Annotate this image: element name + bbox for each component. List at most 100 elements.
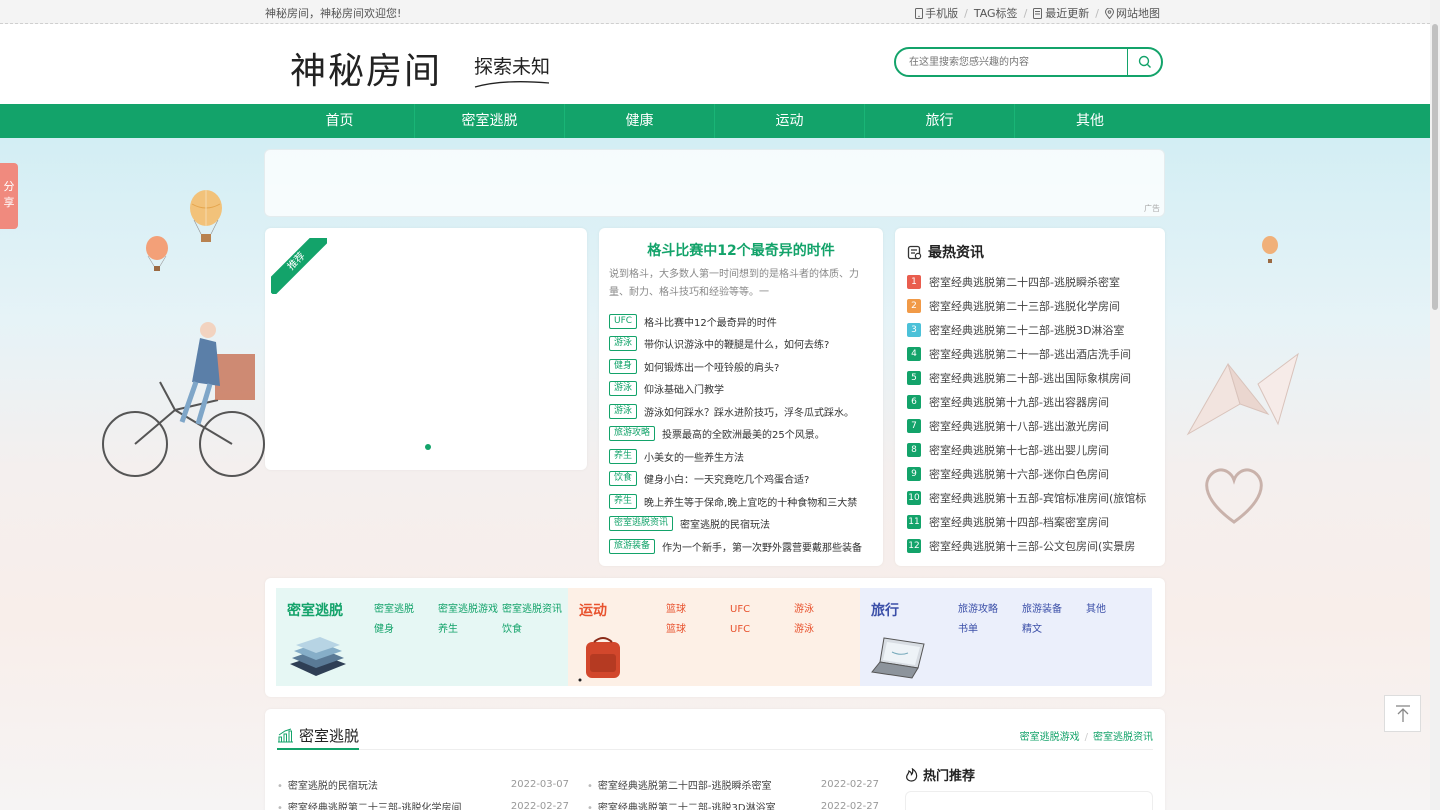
- hot-news-item[interactable]: 7 密室经典逃脱第十八部-逃出激光房间: [907, 414, 1153, 438]
- category-tag[interactable]: 养生: [609, 493, 638, 509]
- section-link-news[interactable]: 密室逃脱资讯: [1093, 732, 1153, 743]
- list-item-title[interactable]: 小美女的一些养生方法: [644, 449, 744, 464]
- list-item[interactable]: 密室逃脱资讯 密室逃脱的民宿玩法: [609, 513, 873, 536]
- featured-slider[interactable]: 推荐: [265, 228, 587, 470]
- article-title[interactable]: 密室经典逃脱第二十三部-逃脱化学房间: [277, 799, 462, 810]
- category-tag[interactable]: 游泳: [609, 381, 638, 397]
- category-link[interactable]: 养生: [428, 620, 492, 640]
- list-item-title[interactable]: 投票最高的全欧洲最美的25个风景。: [662, 426, 825, 441]
- list-item[interactable]: 旅游攻略 投票最高的全欧洲最美的25个风景。: [609, 423, 873, 446]
- list-item[interactable]: 饮食 健身小白：一天究竟吃几个鸡蛋合适?: [609, 468, 873, 491]
- recent-updates-link[interactable]: 最近更新: [1033, 5, 1089, 21]
- mobile-link[interactable]: 手机版: [915, 5, 958, 21]
- category-link[interactable]: UFC: [720, 620, 784, 640]
- list-item-title[interactable]: 仰泳基础入门教学: [644, 381, 724, 396]
- category-name[interactable]: 运动: [579, 600, 607, 620]
- hot-news-title[interactable]: 密室经典逃脱第二十三部-逃脱化学房间: [929, 298, 1120, 314]
- article-title[interactable]: 密室经典逃脱第二十二部-逃脱3D淋浴室: [587, 799, 776, 810]
- hot-news-title[interactable]: 密室经典逃脱第二十部-逃出国际象棋房间: [929, 370, 1131, 386]
- list-item-title[interactable]: 带你认识游泳中的鞭腿是什么，如何去练?: [644, 336, 829, 351]
- article-title[interactable]: 密室经典逃脱第二十四部-逃脱瞬杀密室: [587, 777, 772, 792]
- hot-news-title[interactable]: 密室经典逃脱第十六部-迷你白色房间: [929, 466, 1109, 482]
- slider-dot[interactable]: [425, 444, 431, 450]
- list-item-title[interactable]: 密室逃脱的民宿玩法: [680, 516, 770, 531]
- share-button[interactable]: 分享: [0, 163, 18, 229]
- article-title[interactable]: 密室逃脱的民宿玩法: [277, 777, 378, 792]
- nav-item-home[interactable]: 首页: [265, 104, 415, 138]
- nav-item-other[interactable]: 其他: [1015, 104, 1165, 138]
- category-link[interactable]: 密室逃脱游戏: [428, 600, 498, 620]
- page-scrollbar[interactable]: [1430, 0, 1440, 810]
- list-item[interactable]: 健身 如何锻炼出一个哑铃般的肩头?: [609, 355, 873, 378]
- category-link[interactable]: 饮食: [492, 620, 556, 640]
- list-item[interactable]: 旅游装备 作为一个新手，第一次野外露营要戴那些装备: [609, 535, 873, 558]
- section-link-game[interactable]: 密室逃脱游戏: [1020, 732, 1080, 743]
- category-tag[interactable]: 游泳: [609, 336, 638, 352]
- list-item[interactable]: 密室经典逃脱第二十四部-逃脱瞬杀密室 2022-02-27: [587, 773, 879, 795]
- list-item[interactable]: 密室逃脱的民宿玩法 2022-03-07: [277, 773, 569, 795]
- hot-news-item[interactable]: 11 密室经典逃脱第十四部-档案密室房间: [907, 510, 1153, 534]
- category-tag[interactable]: 密室逃脱资讯: [609, 516, 674, 532]
- hot-news-item[interactable]: 9 密室经典逃脱第十六部-迷你白色房间: [907, 462, 1153, 486]
- list-item-title[interactable]: 健身小白：一天究竟吃几个鸡蛋合适?: [644, 471, 809, 486]
- list-item[interactable]: 游泳 带你认识游泳中的鞭腿是什么，如何去练?: [609, 333, 873, 356]
- category-link[interactable]: 书单: [948, 620, 1012, 640]
- search-input[interactable]: [896, 49, 1128, 75]
- list-item[interactable]: UFC 格斗比赛中12个最奇异的时件: [609, 310, 873, 333]
- category-tag[interactable]: 游泳: [609, 403, 638, 419]
- category-tag[interactable]: 旅游攻略: [609, 426, 656, 442]
- category-link[interactable]: 其他: [1076, 600, 1140, 620]
- sitemap-link[interactable]: 网站地图: [1105, 5, 1160, 21]
- category-link[interactable]: 篮球: [656, 600, 720, 620]
- category-tag[interactable]: 旅游装备: [609, 538, 656, 554]
- list-item-title[interactable]: 作为一个新手，第一次野外露营要戴那些装备: [662, 539, 862, 554]
- hot-news-item[interactable]: 1 密室经典逃脱第二十四部-逃脱瞬杀密室: [907, 270, 1153, 294]
- category-link[interactable]: 精文: [1012, 620, 1076, 640]
- category-link[interactable]: 游泳: [784, 600, 848, 620]
- list-item[interactable]: 密室经典逃脱第二十三部-逃脱化学房间 2022-02-27: [277, 795, 569, 810]
- tag-link[interactable]: TAG标签: [974, 5, 1018, 21]
- list-item[interactable]: 养生 晚上养生等于保命,晚上宜吃的十种食物和三大禁: [609, 490, 873, 513]
- hot-news-title[interactable]: 密室经典逃脱第十八部-逃出激光房间: [929, 418, 1109, 434]
- category-name[interactable]: 密室逃脱: [287, 600, 343, 620]
- hot-news-title[interactable]: 密室经典逃脱第二十四部-逃脱瞬杀密室: [929, 274, 1120, 290]
- category-link[interactable]: 密室逃脱: [364, 600, 428, 620]
- hot-news-title[interactable]: 密室经典逃脱第十九部-逃出容器房间: [929, 394, 1109, 410]
- category-link[interactable]: UFC: [720, 600, 784, 620]
- ad-banner[interactable]: 广告: [264, 149, 1165, 217]
- hot-news-title[interactable]: 密室经典逃脱第十七部-逃出婴儿房间: [929, 442, 1109, 458]
- back-to-top-button[interactable]: [1384, 695, 1421, 732]
- category-link[interactable]: 健身: [364, 620, 428, 640]
- nav-item-sports[interactable]: 运动: [715, 104, 865, 138]
- nav-item-travel[interactable]: 旅行: [865, 104, 1015, 138]
- hot-news-title[interactable]: 密室经典逃脱第十四部-档案密室房间: [929, 514, 1109, 530]
- category-link[interactable]: 游泳: [784, 620, 848, 640]
- hot-news-item[interactable]: 12 密室经典逃脱第十三部-公文包房间(实景房: [907, 534, 1153, 558]
- category-link[interactable]: 旅游攻略: [948, 600, 1012, 620]
- hot-news-item[interactable]: 2 密室经典逃脱第二十三部-逃脱化学房间: [907, 294, 1153, 318]
- category-tag[interactable]: 养生: [609, 448, 638, 464]
- search-button[interactable]: [1127, 49, 1161, 75]
- hot-news-item[interactable]: 6 密室经典逃脱第十九部-逃出容器房间: [907, 390, 1153, 414]
- list-item[interactable]: 密室经典逃脱第二十二部-逃脱3D淋浴室 2022-02-27: [587, 795, 879, 810]
- category-link[interactable]: 密室逃脱资讯: [492, 600, 562, 620]
- category-tag[interactable]: 健身: [609, 358, 638, 374]
- hot-news-item[interactable]: 8 密室经典逃脱第十七部-逃出婴儿房间: [907, 438, 1153, 462]
- scrollbar-thumb[interactable]: [1432, 24, 1438, 310]
- list-item-title[interactable]: 晚上养生等于保命,晚上宜吃的十种食物和三大禁: [644, 494, 857, 509]
- feature-title[interactable]: 格斗比赛中12个最奇异的时件: [609, 240, 873, 262]
- category-link[interactable]: 旅游装备: [1012, 600, 1076, 620]
- hot-recommend-card[interactable]: [905, 791, 1153, 810]
- section-title[interactable]: 密室逃脱: [299, 725, 359, 746]
- nav-item-health[interactable]: 健康: [565, 104, 715, 138]
- hot-news-title[interactable]: 密室经典逃脱第十三部-公文包房间(实景房: [929, 538, 1135, 554]
- category-link[interactable]: 篮球: [656, 620, 720, 640]
- hot-news-item[interactable]: 5 密室经典逃脱第二十部-逃出国际象棋房间: [907, 366, 1153, 390]
- list-item[interactable]: 游泳 游泳如何踩水？踩水进阶技巧，浮冬瓜式踩水。: [609, 400, 873, 423]
- hot-news-item[interactable]: 3 密室经典逃脱第二十二部-逃脱3D淋浴室: [907, 318, 1153, 342]
- hot-news-item[interactable]: 4 密室经典逃脱第二十一部-逃出酒店洗手间: [907, 342, 1153, 366]
- hot-news-title[interactable]: 密室经典逃脱第二十二部-逃脱3D淋浴室: [929, 322, 1124, 338]
- hot-news-item[interactable]: 10 密室经典逃脱第十五部-宾馆标准房间(旅馆标: [907, 486, 1153, 510]
- hot-news-title[interactable]: 密室经典逃脱第十五部-宾馆标准房间(旅馆标: [929, 490, 1146, 506]
- hot-news-title[interactable]: 密室经典逃脱第二十一部-逃出酒店洗手间: [929, 346, 1131, 362]
